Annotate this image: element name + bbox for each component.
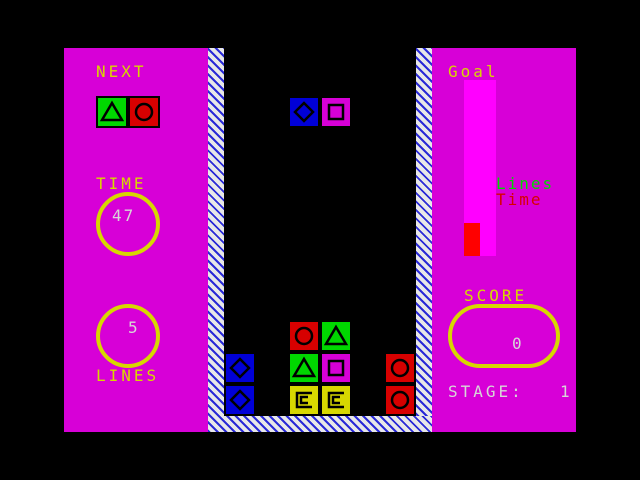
score-label: SCORE <box>464 286 528 305</box>
stage-value: 1 <box>560 382 573 401</box>
time-label: TIME <box>96 174 147 193</box>
score-value: 0 <box>512 334 525 353</box>
lines-label: LINES <box>96 366 160 385</box>
tile-yellow-c-shape <box>288 384 320 416</box>
next-piece-preview <box>96 96 160 128</box>
tile-yellow-c-shape <box>320 384 352 416</box>
tile-blue-diamond <box>224 352 256 384</box>
tile-green-triangle <box>96 96 128 128</box>
goal-label: Goal <box>448 62 499 81</box>
right-panel <box>432 48 576 432</box>
time-value: 47 <box>112 206 136 225</box>
lines-value: 5 <box>128 318 141 337</box>
goal-time-fill <box>464 223 480 256</box>
score-oval <box>448 304 560 368</box>
tile-magenta-square <box>320 352 352 384</box>
tile-red-circle <box>384 384 416 416</box>
well-right-wall <box>416 48 432 432</box>
next-label: NEXT <box>96 62 147 81</box>
tile-red-circle <box>384 352 416 384</box>
tile-magenta-square <box>320 96 352 128</box>
legend-time: Time <box>496 190 543 209</box>
stage-label: STAGE: <box>448 382 524 401</box>
well-left-wall <box>208 48 224 432</box>
tile-blue-diamond <box>288 96 320 128</box>
tile-green-triangle <box>320 320 352 352</box>
well-floor <box>208 416 432 432</box>
falling-piece[interactable] <box>288 96 352 128</box>
tile-green-triangle <box>288 352 320 384</box>
tile-red-circle <box>288 320 320 352</box>
tile-red-circle <box>128 96 160 128</box>
tile-blue-diamond <box>224 384 256 416</box>
